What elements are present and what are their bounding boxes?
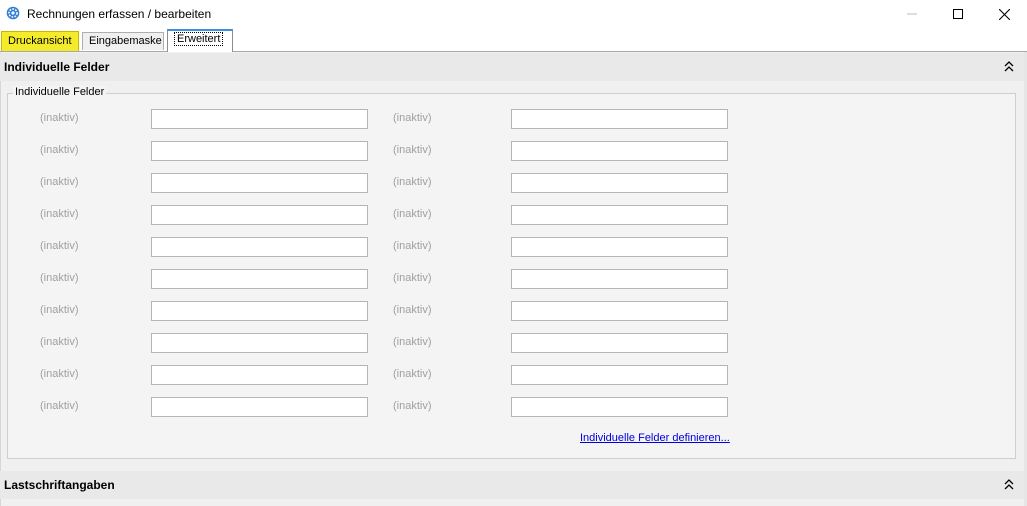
custom-field-input[interactable] xyxy=(511,109,728,129)
custom-field-input[interactable] xyxy=(151,141,368,161)
field-label: (inaktiv) xyxy=(40,272,79,284)
maximize-icon xyxy=(953,9,963,19)
close-icon xyxy=(998,8,1010,20)
field-label: (inaktiv) xyxy=(40,240,79,252)
minimize-icon xyxy=(907,13,917,15)
field-label: (inaktiv) xyxy=(393,240,432,252)
gear-icon xyxy=(6,6,20,20)
field-label: (inaktiv) xyxy=(40,112,79,124)
field-label: (inaktiv) xyxy=(40,144,79,156)
field-label: (inaktiv) xyxy=(393,304,432,316)
custom-field-input[interactable] xyxy=(151,173,368,193)
custom-field-input[interactable] xyxy=(151,397,368,417)
title-bar: Rechnungen erfassen / bearbeiten xyxy=(0,0,1027,28)
field-label: (inaktiv) xyxy=(393,400,432,412)
section-header-lastschriftangaben[interactable]: Lastschriftangaben xyxy=(0,471,1024,499)
field-label: (inaktiv) xyxy=(40,368,79,380)
custom-field-input[interactable] xyxy=(511,397,728,417)
tab-druckansicht[interactable]: Druckansicht xyxy=(1,31,79,51)
section-title: Individuelle Felder xyxy=(4,60,110,74)
field-label: (inaktiv) xyxy=(40,336,79,348)
minimize-button[interactable] xyxy=(889,0,935,28)
field-label: (inaktiv) xyxy=(40,176,79,188)
field-label: (inaktiv) xyxy=(40,208,79,220)
define-fields-link[interactable]: Individuelle Felder definieren... xyxy=(580,432,730,444)
close-button[interactable] xyxy=(981,0,1027,28)
custom-field-input[interactable] xyxy=(511,173,728,193)
field-label: (inaktiv) xyxy=(40,400,79,412)
window-title: Rechnungen erfassen / bearbeiten xyxy=(27,7,212,21)
custom-field-input[interactable] xyxy=(511,333,728,353)
collapse-up-icon[interactable] xyxy=(1004,479,1014,491)
field-label: (inaktiv) xyxy=(393,336,432,348)
tab-erweitert[interactable]: Erweitert xyxy=(167,29,233,52)
field-label: (inaktiv) xyxy=(393,272,432,284)
section-title: Lastschriftangaben xyxy=(4,478,115,492)
custom-field-input[interactable] xyxy=(151,205,368,225)
field-label: (inaktiv) xyxy=(393,112,432,124)
custom-field-input[interactable] xyxy=(151,269,368,289)
field-label: (inaktiv) xyxy=(393,176,432,188)
custom-field-input[interactable] xyxy=(151,109,368,129)
custom-field-input[interactable] xyxy=(511,365,728,385)
tab-eingabemaske[interactable]: Eingabemaske xyxy=(82,32,164,50)
tab-erweitert-label: Erweitert xyxy=(174,32,224,46)
field-label: (inaktiv) xyxy=(393,208,432,220)
section-header-individuelle-felder[interactable]: Individuelle Felder xyxy=(0,53,1024,81)
field-label: (inaktiv) xyxy=(393,144,432,156)
collapse-up-icon[interactable] xyxy=(1004,61,1014,73)
custom-field-input[interactable] xyxy=(151,365,368,385)
custom-field-input[interactable] xyxy=(511,301,728,321)
field-label: (inaktiv) xyxy=(393,368,432,380)
custom-field-input[interactable] xyxy=(511,237,728,257)
custom-field-input[interactable] xyxy=(511,205,728,225)
custom-field-input[interactable] xyxy=(511,269,728,289)
custom-field-input[interactable] xyxy=(151,301,368,321)
custom-field-input[interactable] xyxy=(151,237,368,257)
field-label: (inaktiv) xyxy=(40,304,79,316)
maximize-button[interactable] xyxy=(935,0,981,28)
custom-field-input[interactable] xyxy=(511,141,728,161)
group-legend: Individuelle Felder xyxy=(13,86,107,98)
custom-field-input[interactable] xyxy=(151,333,368,353)
